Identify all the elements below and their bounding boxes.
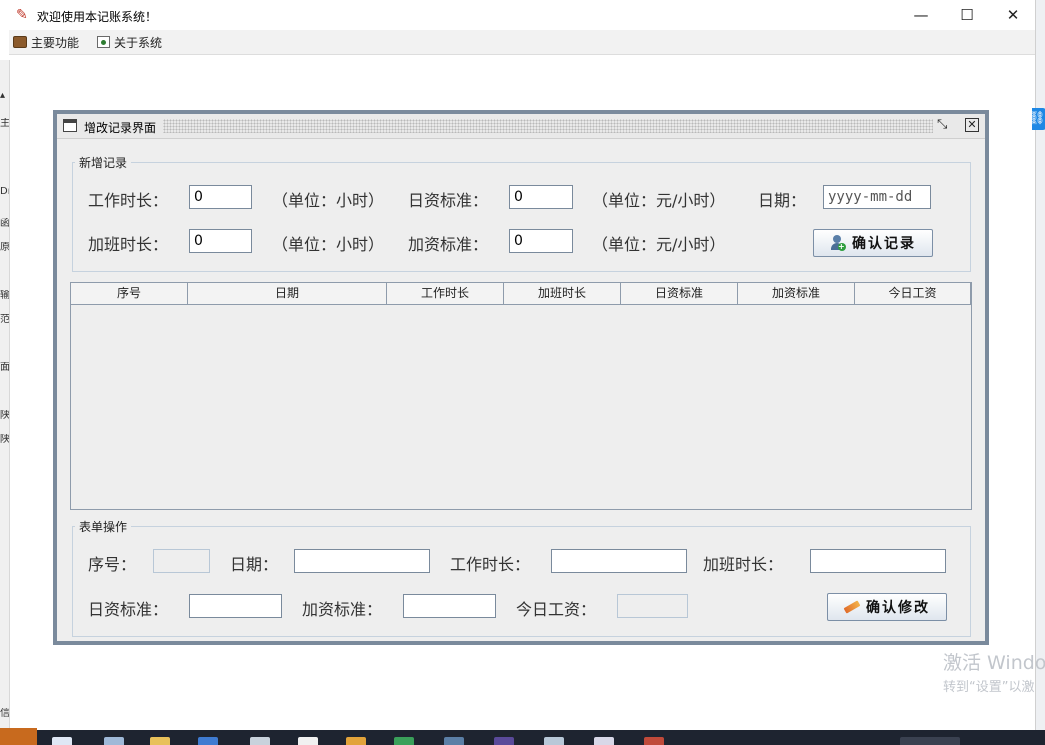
briefcase-icon [13,36,27,48]
menu-label: 关于系统 [114,35,163,50]
background-window-edge-right: ⛓ [1028,0,1045,730]
taskbar-folder-icon[interactable] [150,737,170,745]
restore-icon[interactable]: ⤡ [937,117,947,132]
edit-date-label: 日期： [230,555,279,574]
close-icon: ✕ [1006,6,1020,24]
menu-main-functions[interactable]: 主要功能 [13,33,79,51]
unit-hour-label: （单位：小时） [272,191,385,210]
edit-daily-rate-input[interactable] [189,594,282,618]
column-header-id[interactable]: 序号 [71,283,188,304]
edit-group-title: 表单操作 [75,518,132,535]
frame-close-icon[interactable]: ✕ [965,118,979,132]
menu-label: 主要功能 [31,35,80,50]
overtime-hours-label: 加班时长： [88,235,169,254]
taskbar-tray[interactable] [900,737,960,745]
today-wage-label: 今日工资： [516,600,597,619]
overtime-rate-input[interactable]: 0 [509,229,573,253]
info-card-icon [97,36,110,48]
column-header-today-wage[interactable]: 今日工资 [855,283,971,304]
edit-overtime-input[interactable] [810,549,946,573]
column-header-work-hours[interactable]: 工作时长 [387,283,504,304]
overtime-rate-label: 加资标准： [408,235,489,254]
taskbar-mail-icon[interactable] [52,737,72,745]
edit-overtime-rate-label: 加资标准： [302,600,383,619]
add-user-icon: + [830,235,846,251]
minimize-button[interactable]: — [898,0,944,30]
work-hours-input[interactable]: 0 [189,185,252,209]
column-header-overtime[interactable]: 加班时长 [504,283,621,304]
edit-date-input[interactable] [294,549,430,573]
taskbar-start-area[interactable] [0,728,37,745]
taskbar-app-icon[interactable] [250,737,270,745]
today-wage-field [617,594,688,618]
window-title: 欢迎使用本记账系统！ [37,10,158,24]
taskbar-app-icon[interactable] [198,737,218,745]
overtime-hours-input[interactable]: 0 [189,229,252,253]
id-label: 序号： [88,555,137,574]
column-header-daily-rate[interactable]: 日资标准 [621,283,738,304]
table-header: 序号 日期 工作时长 加班时长 日资标准 加资标准 今日工资 [71,283,971,305]
frame-window-icon [63,119,77,132]
daily-rate-label: 日资标准： [408,191,489,210]
work-hours-label: 工作时长： [88,191,169,210]
minimize-icon: — [913,6,929,24]
edit-overtime-label: 加班时长： [703,555,784,574]
edit-daily-rate-label: 日资标准： [88,600,169,619]
confirm-record-label: 确认记录 [852,236,916,252]
unit-hour-label: （单位：小时） [272,235,385,254]
taskbar-app-icon[interactable] [444,737,464,745]
taskbar-app-icon[interactable] [544,737,564,745]
taskbar-app-icon[interactable] [104,737,124,745]
maximize-button[interactable]: ☐ [944,0,990,30]
pencil-icon: ✎ [16,7,28,23]
frame-title: 增改记录界面 [84,121,157,135]
activation-watermark-subtitle: 转到“设置”以激 [943,680,1035,695]
background-window-edge: ▴ 主 Dr 函 原 输 范 面 陕 陕 信 [0,60,10,730]
menu-about-system[interactable]: 关于系统 [97,33,162,51]
taskbar-app-icon[interactable] [298,737,318,745]
taskbar-app-icon[interactable] [644,737,664,745]
unit-rate-label: （单位：元/小时） [592,235,726,254]
daily-rate-input[interactable]: 0 [509,185,573,209]
edit-work-hours-input[interactable] [551,549,687,573]
confirm-record-button[interactable]: + 确认记录 [813,229,933,257]
taskbar-app-icon[interactable] [594,737,614,745]
edit-work-hours-label: 工作时长： [450,555,531,574]
edit-overtime-rate-input[interactable] [403,594,496,618]
date-label: 日期： [758,191,807,210]
id-field [153,549,210,573]
column-header-date[interactable]: 日期 [188,283,387,304]
taskbar-app-icon[interactable] [494,737,514,745]
menu-bar: 主要功能 关于系统 [9,30,1035,55]
date-input[interactable]: yyyy-mm-dd [823,185,931,209]
window-titlebar[interactable]: ✎ 欢迎使用本记账系统！ — ☐ ✕ [9,0,1035,30]
pencil-edit-icon [843,600,861,614]
column-header-overtime-rate[interactable]: 加资标准 [738,283,855,304]
taskbar-app-icon[interactable] [394,737,414,745]
close-button[interactable]: ✕ [990,0,1036,30]
unit-rate-label: （单位：元/小时） [592,191,726,210]
confirm-edit-label: 确认修改 [866,600,930,616]
activation-watermark-title: 激活 Windo [943,652,1045,674]
confirm-edit-button[interactable]: 确认修改 [827,593,947,621]
taskbar-app-icon[interactable] [346,737,366,745]
maximize-icon: ☐ [960,6,974,24]
records-table[interactable]: 序号 日期 工作时长 加班时长 日资标准 加资标准 今日工资 [70,282,972,510]
titlebar-grip [163,119,933,133]
add-group-title: 新增记录 [75,154,132,171]
